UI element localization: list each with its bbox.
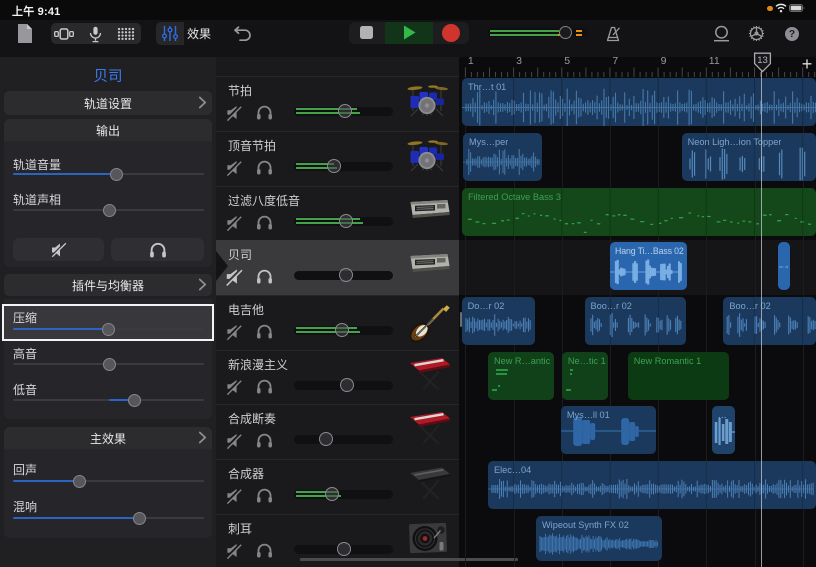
svg-text:13: 13: [757, 54, 768, 65]
